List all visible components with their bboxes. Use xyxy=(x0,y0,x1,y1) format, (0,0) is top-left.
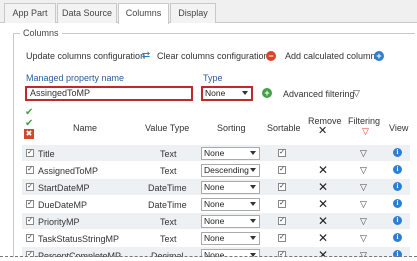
tab-bar: App Part Data Source Columns Display xyxy=(0,0,417,24)
row-value-type: Text xyxy=(160,217,177,227)
plus-circle-icon[interactable]: + xyxy=(374,51,384,61)
info-icon[interactable]: i xyxy=(393,199,402,208)
tab-data-source[interactable]: Data Source xyxy=(57,3,117,23)
chevron-down-icon xyxy=(250,151,256,155)
refresh-icon[interactable]: ⇄ xyxy=(141,51,151,61)
row-sortable-checkbox[interactable]: ✓ xyxy=(278,234,286,242)
row-select-checkbox[interactable]: ✓ xyxy=(26,183,34,191)
add-calculated-column-link[interactable]: Add calculated column xyxy=(285,51,376,61)
fieldset-legend: Columns xyxy=(20,28,62,38)
check-some-icon[interactable]: ✔ xyxy=(25,118,33,129)
row-value-type: DateTime xyxy=(148,183,187,193)
row-name: StartDateMP xyxy=(38,183,90,193)
funnel-icon[interactable]: ▽ xyxy=(360,217,367,226)
chevron-down-icon xyxy=(250,236,256,240)
chevron-down-icon xyxy=(250,185,256,189)
chevron-down-icon xyxy=(242,91,248,95)
info-icon[interactable]: i xyxy=(393,148,402,157)
row-name: PriorityMP xyxy=(38,217,80,227)
row-name: Title xyxy=(38,149,55,159)
row-sorting-value: None xyxy=(204,233,225,243)
row-sorting-value: None xyxy=(204,216,225,226)
info-icon[interactable]: i xyxy=(393,216,402,225)
chevron-down-icon xyxy=(250,202,256,206)
clear-filter-icon[interactable]: ▽ xyxy=(362,127,369,136)
col-header-sorting: Sorting xyxy=(217,123,246,133)
row-sorting-select[interactable]: None xyxy=(201,232,260,245)
tab-display[interactable]: Display xyxy=(170,3,216,23)
funnel-icon[interactable]: ▽ xyxy=(360,149,367,158)
type-select-value: None xyxy=(205,88,226,98)
advanced-filtering-label[interactable]: Advanced filtering xyxy=(283,89,355,99)
row-sorting-select[interactable]: None xyxy=(201,147,260,160)
row-sortable-checkbox[interactable]: ✓ xyxy=(278,217,286,225)
col-header-sortable: Sortable xyxy=(267,123,301,133)
info-icon[interactable]: i xyxy=(393,182,402,191)
funnel-icon[interactable]: ▽ xyxy=(353,89,360,98)
uncheck-all-icon[interactable]: ✖ xyxy=(24,129,34,139)
tab-app-part[interactable]: App Part xyxy=(4,3,56,23)
row-select-checkbox[interactable]: ✓ xyxy=(26,149,34,157)
row-select-checkbox[interactable]: ✓ xyxy=(26,166,34,174)
add-column-button[interactable]: + xyxy=(262,88,272,98)
row-sortable-checkbox[interactable]: ✓ xyxy=(278,149,286,157)
col-header-view: View xyxy=(389,123,409,133)
row-sorting-select[interactable]: None xyxy=(201,181,260,194)
remove-icon[interactable]: ✕ xyxy=(318,215,328,227)
row-name: TaskStatusStringMP xyxy=(38,234,120,244)
remove-icon[interactable]: ✕ xyxy=(318,232,328,244)
row-sorting-value: Descending xyxy=(204,165,249,175)
remove-icon[interactable]: ✕ xyxy=(318,164,328,176)
row-sorting-select[interactable]: None xyxy=(201,198,260,211)
type-select[interactable]: None xyxy=(201,86,253,101)
info-icon[interactable]: i xyxy=(393,165,402,174)
row-value-type: Text xyxy=(160,234,177,244)
check-all-icon[interactable]: ✔ xyxy=(25,107,33,118)
col-header-filtering: Filtering xyxy=(348,116,381,126)
row-value-type: Text xyxy=(160,149,177,159)
funnel-icon[interactable]: ▽ xyxy=(360,166,367,175)
info-icon[interactable]: i xyxy=(393,233,402,242)
row-select-checkbox[interactable]: ✓ xyxy=(26,234,34,242)
torn-edge-fill xyxy=(0,257,417,261)
tab-columns[interactable]: Columns xyxy=(118,3,169,24)
remove-icon[interactable]: ✕ xyxy=(318,198,328,210)
row-sorting-value: None xyxy=(204,148,225,158)
managed-property-input[interactable]: AssingedToMP xyxy=(25,86,193,101)
funnel-icon[interactable]: ▽ xyxy=(360,183,367,192)
update-columns-link[interactable]: Update columns configuration xyxy=(26,51,145,61)
row-sortable-checkbox[interactable]: ✓ xyxy=(278,183,286,191)
row-sorting-select[interactable]: Descending xyxy=(201,164,260,177)
row-sortable-checkbox[interactable]: ✓ xyxy=(278,166,286,174)
col-header-value-type: Value Type xyxy=(145,123,190,133)
remove-icon[interactable]: ✕ xyxy=(318,181,328,193)
managed-property-label: Managed property name xyxy=(26,73,125,83)
row-select-checkbox[interactable]: ✓ xyxy=(26,217,34,225)
funnel-icon[interactable]: ▽ xyxy=(360,200,367,209)
row-sorting-value: None xyxy=(204,182,225,192)
chevron-down-icon xyxy=(250,219,256,223)
row-name: DueDateMP xyxy=(38,200,88,210)
clear-columns-link[interactable]: Clear columns configuration xyxy=(157,51,269,61)
row-sorting-select[interactable]: None xyxy=(201,215,260,228)
row-sorting-value: None xyxy=(204,199,225,209)
row-select-checkbox[interactable]: ✓ xyxy=(26,200,34,208)
col-header-name: Name xyxy=(73,123,98,133)
row-value-type: DateTime xyxy=(148,200,187,210)
funnel-icon[interactable]: ▽ xyxy=(360,234,367,243)
minus-circle-icon[interactable]: − xyxy=(266,51,276,61)
row-value-type: Text xyxy=(160,166,177,176)
remove-all-icon[interactable]: ✕ xyxy=(318,125,327,137)
row-name: AssignedToMP xyxy=(38,166,99,176)
chevron-down-icon xyxy=(250,168,256,172)
row-sortable-checkbox[interactable]: ✓ xyxy=(278,200,286,208)
type-label: Type xyxy=(203,73,223,83)
